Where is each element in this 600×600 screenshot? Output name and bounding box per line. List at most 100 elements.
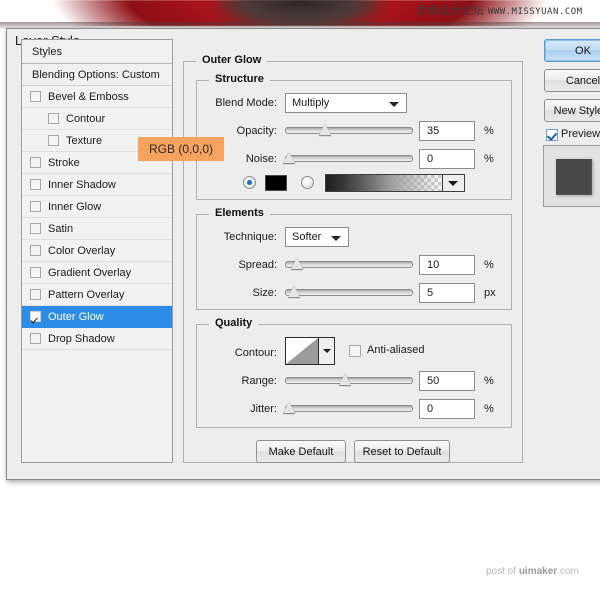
- anti-aliased-checkbox[interactable]: [349, 345, 361, 357]
- checkbox-drop-shadow[interactable]: [30, 333, 41, 344]
- size-slider-thumb[interactable]: [288, 286, 300, 297]
- preview-label: Preview: [561, 128, 600, 140]
- sidebar-item-drop-shadow[interactable]: Drop Shadow: [22, 328, 172, 350]
- contour-curve-shape: [286, 338, 318, 364]
- size-label: Size:: [197, 287, 277, 299]
- size-input[interactable]: 5: [419, 283, 475, 303]
- sidebar-item-pattern-overlay[interactable]: Pattern Overlay: [22, 284, 172, 306]
- jitter-slider[interactable]: [285, 400, 413, 418]
- cancel-button[interactable]: Cancel: [544, 69, 600, 92]
- preview-thumbnail-box: [543, 145, 600, 207]
- sidebar-item-inner-shadow[interactable]: Inner Shadow: [22, 174, 172, 196]
- style-label: Contour: [66, 108, 105, 130]
- spread-input[interactable]: 10: [419, 255, 475, 275]
- styles-list-panel: Styles Blending Options: Custom Bevel & …: [21, 39, 173, 463]
- quality-group: Quality Contour: Anti-aliased Range: 50 …: [196, 324, 512, 428]
- jitter-slider-thumb[interactable]: [283, 402, 295, 413]
- opacity-label: Opacity:: [197, 125, 277, 137]
- background-bottom: [0, 470, 600, 600]
- chevron-down-icon: [448, 181, 458, 186]
- make-default-button[interactable]: Make Default: [256, 440, 346, 463]
- opacity-slider[interactable]: [285, 122, 413, 140]
- styles-header: Styles: [22, 40, 172, 64]
- style-label: Outer Glow: [48, 306, 104, 328]
- size-slider-track: [285, 289, 413, 296]
- spread-slider-thumb[interactable]: [291, 258, 303, 269]
- anti-aliased-label: Anti-aliased: [367, 344, 457, 356]
- sidebar-item-color-overlay[interactable]: Color Overlay: [22, 240, 172, 262]
- chevron-down-icon: [331, 236, 341, 241]
- checkbox-inner-glow[interactable]: [30, 201, 41, 212]
- checkbox-bevel-emboss[interactable]: [30, 91, 41, 102]
- style-label: Pattern Overlay: [48, 284, 124, 306]
- glow-gradient-radio[interactable]: [301, 176, 314, 189]
- technique-select[interactable]: Softer: [285, 227, 349, 247]
- elements-group-title: Elements: [209, 207, 270, 219]
- sidebar-item-outer-glow[interactable]: Outer Glow: [22, 306, 172, 328]
- style-label: Inner Glow: [48, 196, 101, 218]
- chevron-down-icon: [323, 349, 331, 353]
- spread-slider[interactable]: [285, 256, 413, 274]
- checkbox-stroke[interactable]: [30, 157, 41, 168]
- blend-mode-select[interactable]: Multiply: [285, 93, 407, 113]
- range-slider[interactable]: [285, 372, 413, 390]
- checkbox-gradient-overlay[interactable]: [30, 267, 41, 278]
- structure-group: Structure Blend Mode: Multiply Opacity: …: [196, 80, 512, 200]
- range-slider-thumb[interactable]: [339, 374, 351, 385]
- blending-options-item[interactable]: Blending Options: Custom: [22, 64, 172, 86]
- opacity-slider-track: [285, 127, 413, 134]
- style-label: Satin: [48, 218, 73, 240]
- sidebar-item-gradient-overlay[interactable]: Gradient Overlay: [22, 262, 172, 284]
- style-label: Stroke: [48, 152, 80, 174]
- checkbox-inner-shadow[interactable]: [30, 179, 41, 190]
- screenshot-root: 思缘设计论坛 WWW.MISSYUAN.COM post of uimaker.…: [0, 0, 600, 600]
- contour-picker-button[interactable]: [319, 337, 335, 365]
- size-slider[interactable]: [285, 284, 413, 302]
- glow-gradient-picker-button[interactable]: [443, 174, 465, 192]
- new-style-button[interactable]: New Style...: [544, 99, 600, 122]
- noise-slider-thumb[interactable]: [283, 152, 295, 163]
- jitter-label: Jitter:: [197, 403, 277, 415]
- ok-button[interactable]: OK: [544, 39, 600, 62]
- sidebar-item-inner-glow[interactable]: Inner Glow: [22, 196, 172, 218]
- noise-slider[interactable]: [285, 150, 413, 168]
- layer-style-dialog: Layer Style Styles Blending Options: Cus…: [6, 28, 600, 480]
- footer-suffix: .com: [557, 566, 579, 577]
- range-unit: %: [484, 375, 494, 387]
- sidebar-item-bevel-emboss[interactable]: Bevel & Emboss: [22, 86, 172, 108]
- background-dark-ring: [196, 0, 404, 21]
- jitter-input[interactable]: 0: [419, 399, 475, 419]
- sidebar-item-satin[interactable]: Satin: [22, 218, 172, 240]
- blend-mode-label: Blend Mode:: [197, 97, 277, 109]
- checkbox-outer-glow[interactable]: [30, 311, 41, 322]
- watermark-cn: 思缘设计论坛: [416, 5, 484, 17]
- checkbox-contour[interactable]: [48, 113, 59, 124]
- checkbox-satin[interactable]: [30, 223, 41, 234]
- blend-mode-value: Multiply: [292, 97, 329, 109]
- preview-checkbox[interactable]: [546, 129, 558, 141]
- style-label: Inner Shadow: [48, 174, 116, 196]
- checkbox-color-overlay[interactable]: [30, 245, 41, 256]
- footer-prefix: post of: [486, 566, 519, 577]
- opacity-unit: %: [484, 125, 494, 137]
- checkbox-texture[interactable]: [48, 135, 59, 146]
- contour-preview-swatch[interactable]: [285, 337, 319, 365]
- reset-to-default-button[interactable]: Reset to Default: [354, 440, 450, 463]
- sidebar-item-contour[interactable]: Contour: [22, 108, 172, 130]
- opacity-input[interactable]: 35: [419, 121, 475, 141]
- noise-slider-track: [285, 155, 413, 162]
- glow-color-swatch[interactable]: [265, 175, 287, 191]
- noise-input[interactable]: 0: [419, 149, 475, 169]
- rgb-callout-text: RGB (0,0,0): [149, 142, 213, 156]
- range-input[interactable]: 50: [419, 371, 475, 391]
- rgb-callout: RGB (0,0,0): [138, 137, 224, 161]
- size-unit: px: [484, 287, 496, 299]
- outer-glow-group-title: Outer Glow: [196, 54, 267, 66]
- glow-gradient-swatch[interactable]: [325, 174, 443, 192]
- preview-thumbnail: [556, 159, 592, 195]
- opacity-slider-thumb[interactable]: [319, 124, 331, 135]
- glow-solid-color-radio[interactable]: [243, 176, 256, 189]
- noise-unit: %: [484, 153, 494, 165]
- watermark: 思缘设计论坛 WWW.MISSYUAN.COM: [416, 2, 583, 18]
- checkbox-pattern-overlay[interactable]: [30, 289, 41, 300]
